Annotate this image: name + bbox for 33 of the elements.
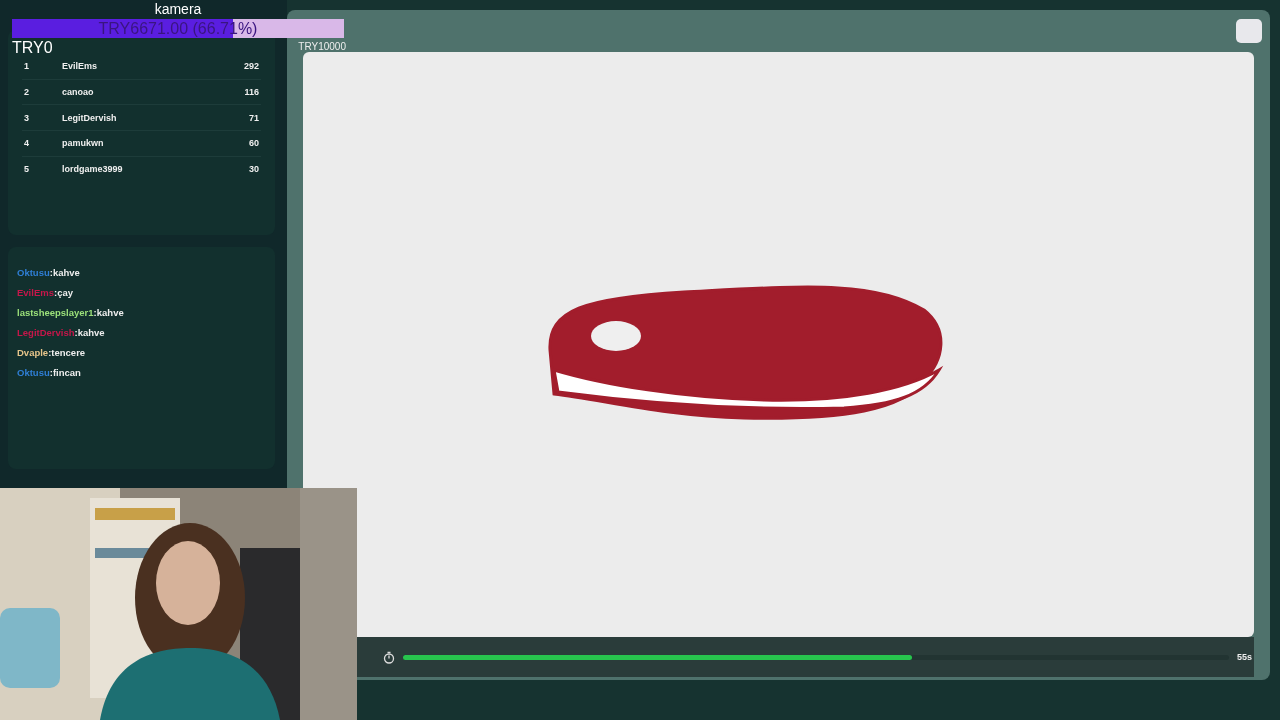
player-name: EvilEms bbox=[62, 61, 99, 72]
player-name: lordgame3999 bbox=[62, 164, 124, 175]
chat-message: :kahve bbox=[93, 307, 124, 319]
rank-number: 5 bbox=[23, 164, 30, 175]
player-score: 292 bbox=[243, 61, 260, 72]
player-name: LegitDervish bbox=[62, 112, 118, 123]
chat-username: LegitDervish bbox=[17, 327, 75, 339]
chat-message: :kahve bbox=[74, 327, 105, 339]
rank-number: 3 bbox=[23, 112, 30, 123]
menu-button[interactable] bbox=[1236, 19, 1262, 43]
player-name: canoao bbox=[62, 87, 95, 98]
chat-message: :çay bbox=[53, 287, 73, 299]
chat-username: Oktusu bbox=[17, 367, 50, 379]
time-remaining: 55s bbox=[1236, 652, 1253, 662]
chat-username: lastsheepslayer1 bbox=[17, 307, 94, 319]
chat-message: :fincan bbox=[49, 367, 81, 379]
rank-number: 4 bbox=[23, 138, 30, 149]
chat-username: Oktusu bbox=[17, 267, 50, 279]
chat-message: :tencere bbox=[48, 347, 86, 359]
player-score: 116 bbox=[244, 87, 260, 98]
player-score: 30 bbox=[249, 164, 260, 175]
goal-title: kamera bbox=[153, 0, 203, 19]
player-score: 60 bbox=[249, 138, 260, 149]
rank-number: 1 bbox=[23, 61, 30, 72]
player-score: 71 bbox=[249, 112, 260, 123]
chat-username: Dvaple bbox=[17, 347, 49, 359]
player-name: pamukwn bbox=[62, 138, 105, 149]
chat-message: :kahve bbox=[49, 267, 80, 279]
goal-start: TRY0 bbox=[12, 38, 53, 58]
stopwatch-icon bbox=[383, 650, 395, 664]
chat-username: EvilEms bbox=[17, 287, 54, 299]
goal-target: TRY10000 bbox=[298, 41, 346, 52]
rank-number: 2 bbox=[23, 87, 30, 98]
